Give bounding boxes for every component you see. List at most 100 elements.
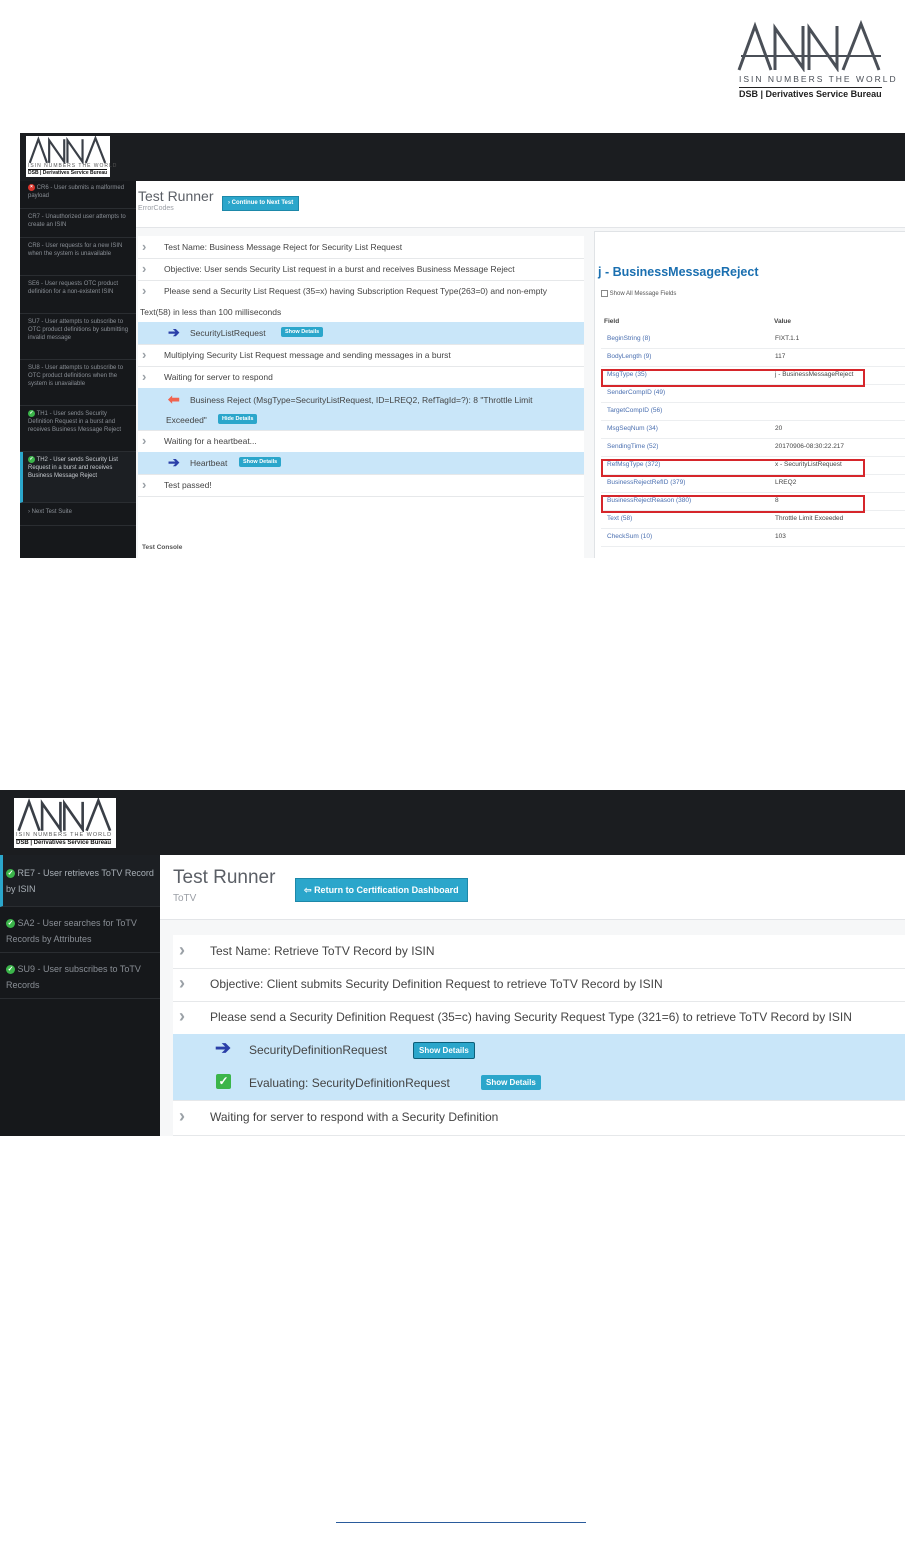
- step-passed: › Test passed!: [138, 474, 584, 497]
- sidebar-item-label: SE6 - User requests OTC product definiti…: [28, 281, 119, 295]
- show-details-button[interactable]: Show Details: [239, 457, 282, 467]
- test-sidebar: × CR6 - User submits a malformed payload…: [20, 181, 136, 558]
- step-multiply: › Multiplying Security List Request mess…: [138, 344, 584, 367]
- sidebar-item-label: RE7 - User retrieves ToTV Record by ISIN: [6, 868, 154, 894]
- step-sent-message: ➔ SecurityDefinitionRequest Show Details: [173, 1034, 905, 1067]
- show-all-fields-toggle[interactable]: Show All Message Fields: [601, 290, 676, 297]
- sidebar-item-label: Next Test Suite: [31, 509, 72, 515]
- message-panel-title: j - BusinessMessageReject: [598, 265, 759, 279]
- sidebar-item-label: CR6 - User submits a malformed payload: [28, 185, 125, 200]
- step-text: Multiplying Security List Request messag…: [164, 350, 451, 360]
- evaluating-text: Evaluating: SecurityDefinitionRequest: [249, 1076, 450, 1090]
- sidebar-item[interactable]: ✓ SA2 - User searches for ToTV Records b…: [0, 907, 160, 953]
- sidebar-item-active[interactable]: ✓ TH2 - User sends Security List Request…: [20, 452, 136, 503]
- return-dashboard-button[interactable]: ⇦ Return to Certification Dashboard: [295, 878, 468, 902]
- step-instruction: › Please send a Security Definition Requ…: [173, 1001, 905, 1035]
- main-content: Test Runner ErrorCodes › Continue to Nex…: [136, 181, 905, 558]
- arrow-left-icon: ⬅: [168, 391, 180, 407]
- sidebar-item[interactable]: SU7 - User attempts to subscribe to OTC …: [20, 314, 136, 360]
- sidebar-item[interactable]: CR8 - User requests for a new ISIN when …: [20, 238, 136, 276]
- test-sidebar: ✓ RE7 - User retrieves ToTV Record by IS…: [0, 855, 160, 1136]
- hide-details-button[interactable]: Hide Details: [218, 414, 258, 424]
- arrow-right-icon: ➔: [168, 454, 180, 470]
- next-test-suite-link[interactable]: › Next Test Suite: [20, 503, 136, 526]
- field-value: 20170906-08:30:22.217: [775, 443, 845, 450]
- continue-next-test-label: Continue to Next Test: [231, 200, 294, 206]
- continue-next-test-button[interactable]: › Continue to Next Test: [222, 196, 300, 211]
- field-value: Throttle Limit Exceeded: [775, 515, 844, 522]
- field-row: MsgSeqNum (34) 20: [601, 420, 905, 439]
- sidebar-item[interactable]: ✓ SU9 - User subscribes to ToTV Records: [0, 953, 160, 999]
- step-text: Test Name: Business Message Reject for S…: [164, 242, 403, 252]
- test-steps: › Test Name: Retrieve ToTV Record by ISI…: [173, 935, 905, 1136]
- sidebar-item-label: SU7 - User attempts to subscribe to OTC …: [28, 319, 129, 341]
- logo-dsb-text: DSB | Derivatives Service Bureau: [28, 169, 108, 176]
- chevron-right-icon: ›: [142, 239, 147, 254]
- field-name: BodyLength (9): [607, 353, 652, 360]
- highlight-msgtype: [601, 369, 865, 387]
- main-content: Test Runner ToTV ⇦ Return to Certificati…: [160, 855, 905, 1136]
- check-circle-icon: ✓: [6, 869, 15, 879]
- logo-tagline: ISIN NUMBERS THE WORLD: [739, 74, 898, 84]
- anna-logo-mark: [17, 797, 112, 834]
- sidebar-item-label: CR8 - User requests for a new ISIN when …: [28, 243, 123, 257]
- app-topbar: ISIN NUMBERS THE WORLD DSB | Derivatives…: [20, 133, 905, 181]
- show-details-button[interactable]: Show Details: [481, 1075, 541, 1090]
- step-sent-message: ➔ SecurityListRequest Show Details: [138, 322, 584, 345]
- reject-text: Business Reject (MsgType=SecurityListReq…: [190, 395, 533, 405]
- app-logo: ISIN NUMBERS THE WORLD DSB | Derivatives…: [26, 135, 116, 177]
- field-row: TargetCompID (56): [601, 402, 905, 421]
- logo-dsb-text: DSB | Derivatives Service Bureau: [16, 839, 112, 846]
- screenshot-error-codes: ISIN NUMBERS THE WORLD DSB | Derivatives…: [20, 133, 905, 558]
- return-dashboard-label: Return to Certification Dashboard: [314, 885, 459, 895]
- step-instruction: › Please send a Security List Request (3…: [138, 280, 584, 323]
- step-test-name: › Test Name: Retrieve ToTV Record by ISI…: [173, 935, 905, 969]
- page-title: Test Runner: [138, 188, 214, 204]
- sidebar-item[interactable]: CR7 - Unauthorized user attempts to crea…: [20, 209, 136, 238]
- field-value: 103: [775, 533, 786, 540]
- field-name: BusinessRejectRefID (379): [607, 479, 686, 486]
- logo-dsb-text: DSB | Derivatives Service Bureau: [739, 87, 882, 99]
- step-objective: › Objective: User sends Security List re…: [138, 258, 584, 281]
- check-circle-icon: ✓: [28, 410, 35, 417]
- chevron-right-icon: ›: [142, 369, 147, 384]
- message-detail-panel: j - BusinessMessageReject Show All Messa…: [594, 231, 905, 558]
- value-column-header: Value: [774, 318, 791, 325]
- step-text: Waiting for server to respond with a Sec…: [210, 1110, 499, 1124]
- show-details-button[interactable]: Show Details: [413, 1042, 475, 1059]
- chevron-right-icon: ›: [179, 1106, 185, 1126]
- chevron-right-icon: ›: [142, 261, 147, 276]
- step-test-name: › Test Name: Business Message Reject for…: [138, 236, 584, 259]
- highlight-rejectreason: [601, 495, 865, 513]
- chevron-right-icon: ›: [228, 200, 230, 206]
- field-name: TargetCompID (56): [607, 407, 663, 414]
- chevron-right-icon: ›: [142, 433, 147, 448]
- message-name: SecurityListRequest: [190, 328, 266, 338]
- step-text-continued: Text(58) in less than 100 milliseconds: [140, 307, 282, 317]
- sidebar-item[interactable]: SU8 - User attempts to subscribe to OTC …: [20, 360, 136, 406]
- screenshot-totv: ISIN NUMBERS THE WORLD DSB | Derivatives…: [0, 790, 905, 1136]
- step-text: Please send a Security List Request (35=…: [164, 286, 548, 296]
- app-logo: ISIN NUMBERS THE WORLD DSB | Derivatives…: [14, 797, 116, 848]
- step-objective: › Objective: Client submits Security Def…: [173, 968, 905, 1002]
- field-row: BeginString (8) FIXT.1.1: [601, 330, 905, 349]
- error-icon: ×: [28, 184, 35, 191]
- sidebar-item[interactable]: ✓ TH1 - User sends Security Definition R…: [20, 406, 136, 452]
- field-name: MsgSeqNum (34): [607, 425, 658, 432]
- chevron-right-icon: ›: [28, 509, 30, 515]
- field-name: SendingTime (52): [607, 443, 659, 450]
- sidebar-item-label: SU8 - User attempts to subscribe to OTC …: [28, 365, 124, 387]
- field-row: CheckSum (10) 103: [601, 528, 905, 547]
- checkbox-checked-icon: ✓: [216, 1074, 231, 1089]
- sidebar-item-active[interactable]: ✓ RE7 - User retrieves ToTV Record by IS…: [0, 855, 160, 907]
- arrow-right-icon: ➔: [215, 1038, 231, 1059]
- footer-divider: [336, 1522, 586, 1523]
- highlight-refmsgtype: [601, 459, 865, 477]
- test-console-label: Test Console: [142, 544, 183, 551]
- check-circle-icon: ✓: [6, 919, 15, 929]
- sidebar-item[interactable]: × CR6 - User submits a malformed payload: [20, 181, 136, 209]
- checkbox-icon: [601, 290, 608, 297]
- logo-tagline: ISIN NUMBERS THE WORLD: [16, 832, 113, 838]
- show-details-button[interactable]: Show Details: [281, 327, 324, 337]
- sidebar-item[interactable]: SE6 - User requests OTC product definiti…: [20, 276, 136, 314]
